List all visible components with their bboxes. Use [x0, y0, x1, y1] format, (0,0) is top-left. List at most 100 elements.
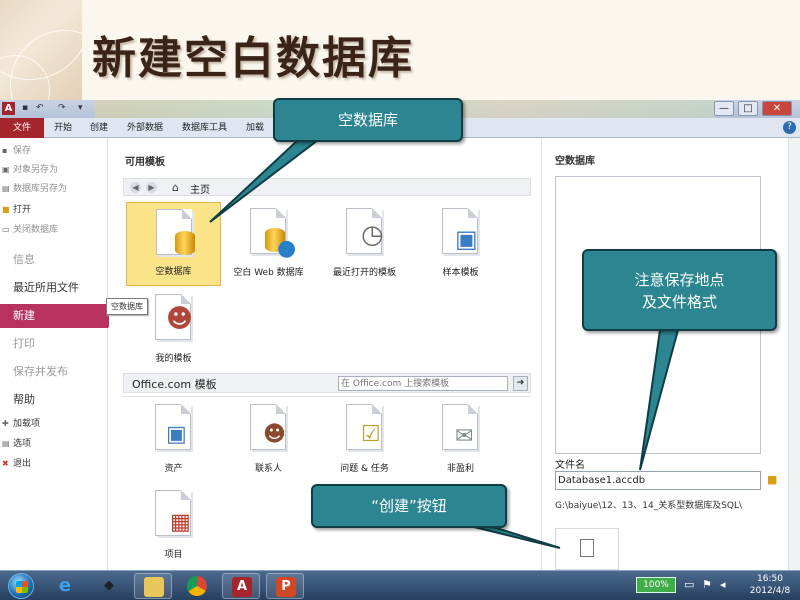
maximize-button[interactable]: □	[738, 101, 758, 116]
nav-close-db-label: 关闭数据库	[13, 225, 59, 235]
nav-open[interactable]: ■ 打开	[0, 201, 108, 219]
callout-create-button: “创建”按钮	[311, 484, 507, 528]
taskbar-access[interactable]: A	[222, 573, 260, 599]
callout-save-location: 注意保存地点 及文件格式	[582, 249, 777, 331]
flag-icon[interactable]: ⚑	[702, 578, 712, 591]
preview-title: 空数据库	[555, 156, 595, 167]
customize-qat-icon[interactable]: ▾	[78, 103, 88, 113]
nav-addins-label: 加载项	[13, 419, 41, 429]
search-go-button[interactable]: ➜	[513, 376, 528, 391]
taskbar: e ◆ A P 100% ▭ ⚑ ◂ 16:50 2012/4/8	[0, 570, 800, 600]
taskbar-powerpoint[interactable]: P	[266, 573, 304, 599]
template-label: 项目	[164, 550, 183, 560]
access-app-icon[interactable]: A	[2, 102, 15, 115]
battery-indicator[interactable]: 100%	[636, 577, 676, 593]
recent-clock-icon: ◷	[361, 220, 384, 250]
tab-create[interactable]: 创建	[90, 118, 108, 138]
clock-time: 16:50	[757, 574, 783, 584]
nav-help[interactable]: 帮助	[0, 388, 108, 412]
office-search-input[interactable]	[338, 376, 508, 391]
create-button[interactable]	[555, 528, 619, 570]
tooltip: 空数据库	[106, 298, 148, 315]
forward-arrow-icon[interactable]: ▶	[146, 182, 157, 193]
save-as-icon: ▣	[2, 165, 10, 174]
file-name-input[interactable]	[555, 471, 761, 490]
nav-recent[interactable]: 最近所用文件	[0, 276, 108, 300]
taskbar-chrome[interactable]	[178, 573, 216, 599]
nav-options-label: 选项	[13, 439, 32, 449]
nav-new[interactable]: 新建	[0, 304, 118, 328]
start-button[interactable]	[8, 573, 34, 599]
template-contacts[interactable]: ☻ 联系人	[221, 398, 316, 482]
template-label: 样本模板	[442, 268, 479, 278]
slide-header: 新建空白数据库	[0, 0, 800, 100]
save-icon: ▪	[2, 146, 8, 155]
callout-blank-database: 空数据库	[273, 98, 463, 142]
template-label: 非盈利	[446, 464, 474, 474]
nav-exit-label: 退出	[13, 459, 32, 469]
nav-save-db-as[interactable]: ▤ 数据库另存为	[0, 180, 108, 198]
template-blank-web-database[interactable]: ● 空白 Web 数据库	[221, 202, 316, 286]
callout-line-2: 及文件格式	[641, 293, 717, 311]
tab-file[interactable]: 文件	[0, 118, 44, 138]
nav-save-db-as-label: 数据库另存为	[13, 184, 68, 194]
calendar-icon: ▦	[170, 510, 191, 535]
my-templates-person-icon: ☻	[166, 304, 194, 334]
template-assets[interactable]: ▣ 资产	[126, 398, 221, 482]
template-nonprofit[interactable]: ✉ 非盈利	[413, 398, 508, 482]
template-label: 空数据库	[155, 267, 192, 277]
save-icon[interactable]: ▪	[22, 103, 32, 113]
help-icon[interactable]: ?	[783, 121, 796, 134]
callout-line-1: 注意保存地点	[634, 271, 725, 289]
network-icon[interactable]: ▭	[684, 578, 694, 591]
template-label: 最近打开的模板	[332, 268, 396, 278]
template-samples[interactable]: ▣ 样本模板	[413, 202, 508, 286]
tab-home[interactable]: 开始	[54, 118, 72, 138]
volume-icon[interactable]: ◂	[720, 578, 726, 591]
clock[interactable]: 16:50 2012/4/8	[744, 573, 796, 597]
close-button[interactable]: ✕	[762, 101, 792, 116]
template-navbar: ◀ ▶ ⌂ 主页	[123, 178, 531, 196]
nav-save[interactable]: ▪ 保存	[0, 142, 108, 160]
tab-external-data[interactable]: 外部数据	[127, 118, 163, 138]
template-blank-database[interactable]: 空数据库	[126, 202, 221, 286]
open-folder-icon: ■	[2, 205, 10, 214]
back-arrow-icon[interactable]: ◀	[130, 182, 141, 193]
nav-close-db[interactable]: ▭ 关闭数据库	[0, 221, 108, 239]
nav-save-publish[interactable]: 保存并发布	[0, 360, 108, 384]
tab-addins[interactable]: 加载	[246, 118, 264, 138]
tab-database-tools[interactable]: 数据库工具	[182, 118, 227, 138]
nav-save-object-as[interactable]: ▣ 对象另存为	[0, 161, 108, 179]
chrome-icon	[187, 576, 207, 596]
internet-explorer-icon: e	[58, 575, 72, 596]
computer-icon: ▣	[166, 422, 187, 447]
nav-addins[interactable]: ✚ 加载项	[0, 415, 108, 433]
access-icon: A	[232, 577, 252, 597]
taskbar-ie[interactable]: e	[46, 573, 84, 599]
minimize-button[interactable]: —	[714, 101, 734, 116]
taskbar-explorer[interactable]	[134, 573, 172, 599]
clock-date: 2012/4/8	[749, 586, 791, 596]
browse-folder-icon[interactable]: ■	[767, 473, 783, 487]
home-link[interactable]: 主页	[190, 181, 210, 196]
taskbar-media[interactable]: ◆	[90, 573, 128, 599]
nav-open-label: 打开	[13, 205, 32, 215]
exit-icon: ✖	[2, 459, 9, 468]
nav-info[interactable]: 信息	[0, 248, 108, 272]
vertical-scrollbar[interactable]	[788, 138, 800, 570]
slide-title: 新建空白数据库	[92, 33, 414, 84]
template-projects[interactable]: ▦ 项目	[126, 484, 221, 568]
nav-save-object-as-label: 对象另存为	[13, 165, 59, 175]
nav-save-label: 保存	[13, 146, 32, 156]
nav-print[interactable]: 打印	[0, 332, 108, 356]
nav-options[interactable]: ▤ 选项	[0, 435, 108, 453]
template-label: 联系人	[254, 464, 282, 474]
template-issues-tasks[interactable]: ☑ 问题 & 任务	[317, 398, 412, 482]
nav-exit[interactable]: ✖ 退出	[0, 455, 108, 473]
template-recent[interactable]: ◷ 最近打开的模板	[317, 202, 412, 286]
redo-icon[interactable]: ↷	[58, 103, 68, 113]
close-database-icon: ▭	[2, 225, 10, 234]
home-icon[interactable]: ⌂	[172, 181, 179, 194]
options-icon: ▤	[2, 439, 10, 448]
undo-icon[interactable]: ↶	[36, 103, 46, 113]
